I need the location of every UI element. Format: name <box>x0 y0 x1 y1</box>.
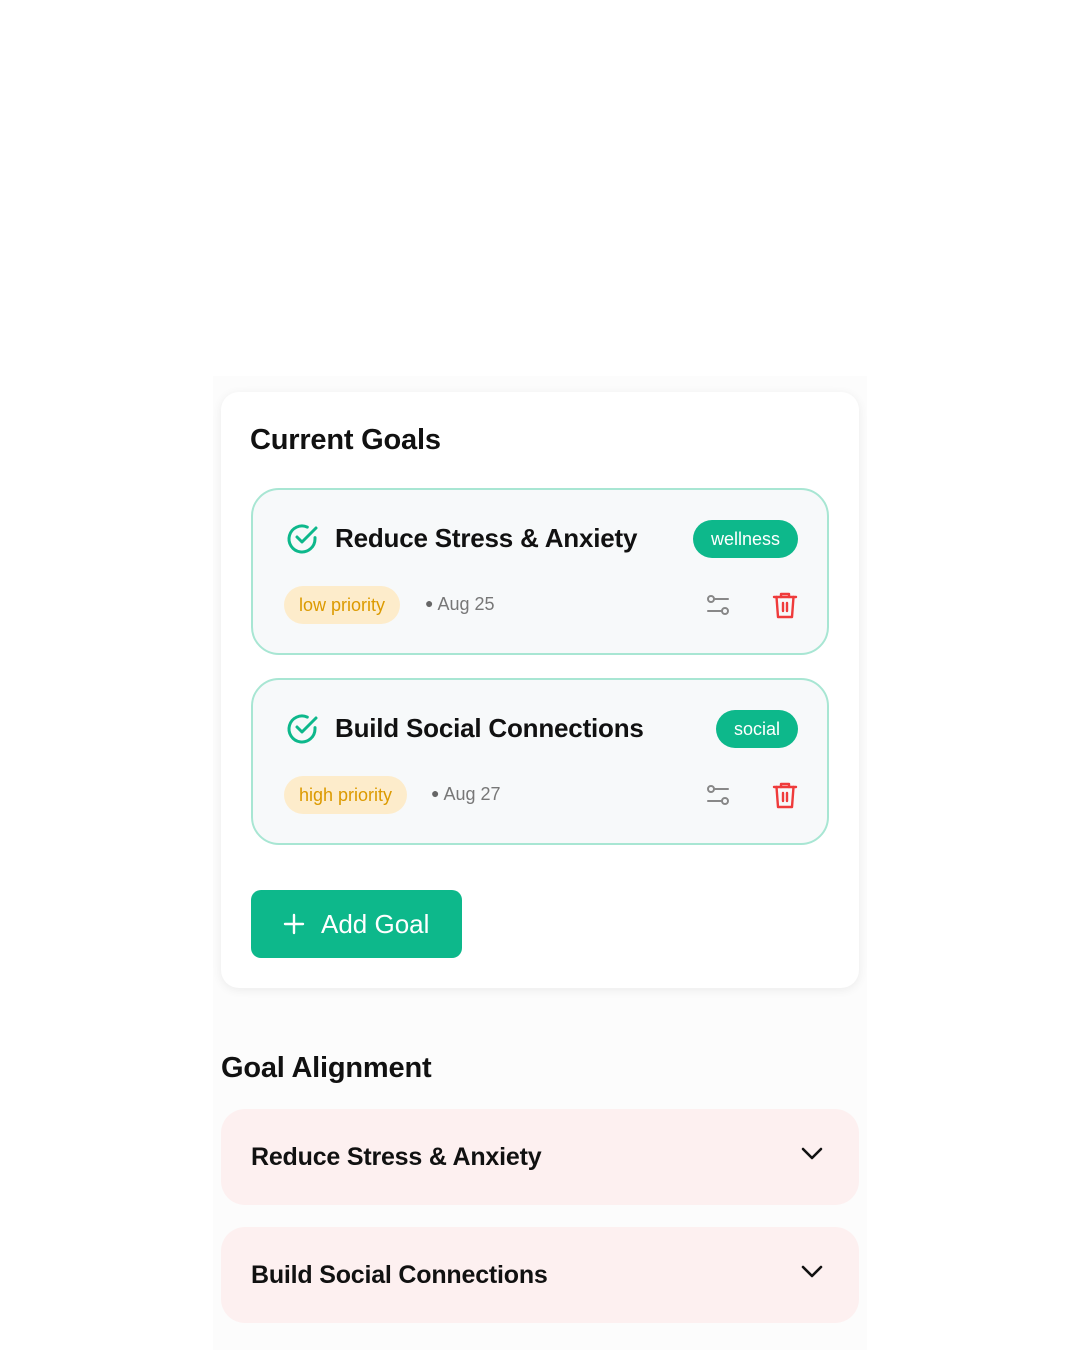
check-circle-icon[interactable] <box>284 521 320 557</box>
goal-alignment-title: Goal Alignment <box>221 1052 432 1084</box>
trash-icon[interactable] <box>771 780 799 810</box>
bullet-dot: ● <box>425 595 434 611</box>
priority-badge: high priority <box>284 776 408 814</box>
accordion-label: Reduce Stress & Anxiety <box>251 1143 542 1171</box>
goal-item[interactable]: Build Social Connections social high pri… <box>251 678 829 845</box>
chevron-down-icon[interactable] <box>801 1265 823 1279</box>
add-goal-label: Add Goal <box>321 908 430 939</box>
trash-icon[interactable] <box>771 590 799 620</box>
alignment-accordion-item[interactable]: Reduce Stress & Anxiety <box>221 1109 859 1205</box>
due-date: ● Aug 27 <box>431 784 501 805</box>
accordion-label: Build Social Connections <box>251 1261 548 1289</box>
alignment-accordion-item[interactable]: Build Social Connections <box>221 1227 859 1323</box>
bullet-dot: ● <box>431 785 440 801</box>
due-date-text: Aug 27 <box>443 784 501 804</box>
sliders-icon[interactable] <box>705 592 731 618</box>
category-badge: wellness <box>692 520 798 558</box>
sliders-icon[interactable] <box>705 782 731 808</box>
goals-screen: Current Goals Reduce Stress & Anxiety we… <box>0 0 1080 1350</box>
current-goals-title: Current Goals <box>250 424 441 456</box>
plus-icon <box>283 913 305 935</box>
current-goals-card: Current Goals Reduce Stress & Anxiety we… <box>221 392 859 988</box>
priority-badge: low priority <box>284 586 401 624</box>
goal-item[interactable]: Reduce Stress & Anxiety wellness low pri… <box>251 488 829 655</box>
goal-title: Reduce Stress & Anxiety <box>335 523 638 553</box>
category-badge: social <box>715 710 798 748</box>
goal-title: Build Social Connections <box>335 713 644 743</box>
due-date-text: Aug 25 <box>437 594 495 614</box>
chevron-down-icon[interactable] <box>801 1147 823 1161</box>
add-goal-button[interactable]: Add Goal <box>251 890 462 958</box>
check-circle-icon[interactable] <box>284 711 320 747</box>
due-date: ● Aug 25 <box>425 594 495 615</box>
